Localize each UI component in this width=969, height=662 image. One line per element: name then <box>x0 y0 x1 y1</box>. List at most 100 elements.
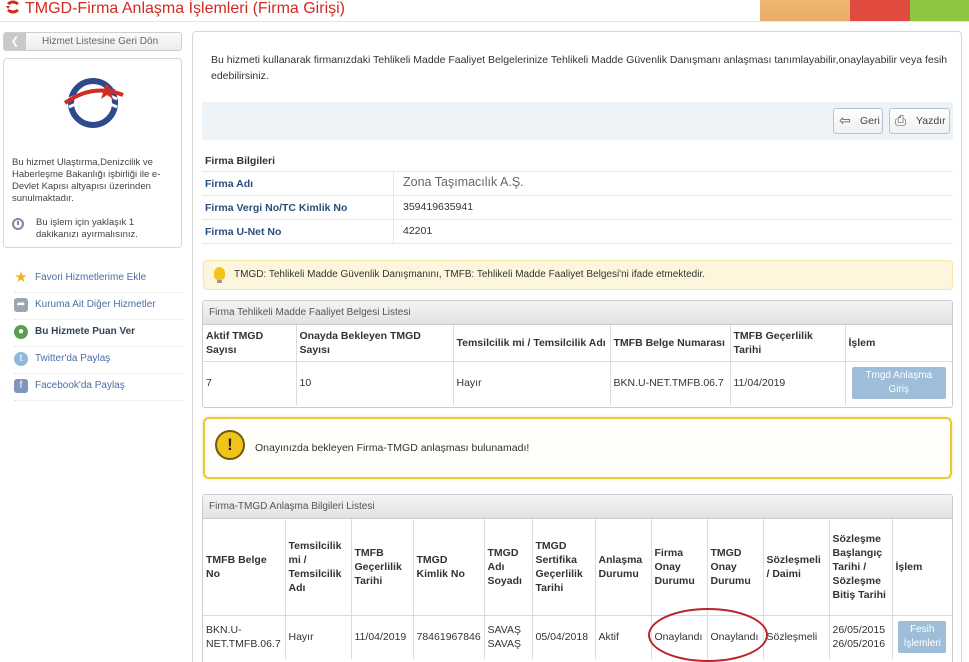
column-header: Aktif TMGD Sayısı <box>203 325 297 362</box>
back-to-service-list-label: Hizmet Listesine Geri Dön <box>42 36 159 47</box>
termination-button[interactable]: Fesih İşlemleri <box>898 621 947 654</box>
table-cell: SAVAŞ SAVAŞ <box>484 615 533 659</box>
abbreviation-note: TMGD: Tehlikeli Madde Güvenlik Danışmanı… <box>203 260 953 290</box>
clock-icon <box>12 218 24 230</box>
certificate-list-panel: Firma Tehlikeli Madde Faaliyet Belgesi L… <box>202 300 953 408</box>
table-cell: 11/04/2019 <box>351 615 414 659</box>
column-header: TMGD Onay Durumu <box>707 519 764 616</box>
share-facebook-link[interactable]: f Facebook'da Paylaş <box>14 374 184 401</box>
table-cell: Aktif <box>595 615 652 659</box>
highlight-annotation-oval <box>648 608 768 662</box>
top-header: TMGD-Firma Anlaşma İşlemleri (Firma Giri… <box>0 0 969 22</box>
table-cell: 05/04/2018 <box>532 615 596 659</box>
firm-info-title: Firma Bilgileri <box>202 152 953 172</box>
table-cell: 7 <box>203 361 297 405</box>
facebook-icon: f <box>14 379 28 393</box>
table-header-row: Aktif TMGD Sayısı Onayda Bekleyen TMGD S… <box>203 325 952 362</box>
service-info-card: Bu hizmet Ulaştırma,Denizcilik ve Haberl… <box>3 58 182 248</box>
table-cell: Hayır <box>453 361 611 405</box>
print-button[interactable]: ⎙ Yazdır <box>889 108 950 134</box>
agreement-list-title: Firma-TMGD Anlaşma Bilgileri Listesi <box>203 495 952 519</box>
share-twitter-link[interactable]: t Twitter'da Paylaş <box>14 347 184 374</box>
back-button[interactable]: ⇦ Geri <box>833 108 883 134</box>
rate-service-link[interactable]: ● Bu Hizmete Puan Ver <box>14 320 184 347</box>
star-icon: ★ <box>14 269 28 286</box>
firm-info-row: Firma Vergi No/TC Kimlik No 359419635941 <box>202 196 953 220</box>
arrow-left-icon: ⇦ <box>839 112 851 128</box>
tmgd-first-name: SAVAŞ <box>487 624 521 637</box>
column-header: Temsilcilik mi / Temsilcilik Adı <box>453 325 611 362</box>
ministry-globe-logo-icon <box>63 78 124 128</box>
column-header: TMFB Geçerlilik Tarihi <box>730 325 846 362</box>
column-header: Onayda Bekleyen TMGD Sayısı <box>296 325 454 362</box>
firm-info-section: Firma Bilgileri Firma Adı Zona Taşımacıl… <box>202 152 953 244</box>
tax-id-label: Firma Vergi No/TC Kimlik No <box>205 202 348 214</box>
column-header: Firma Onay Durumu <box>651 519 708 616</box>
header-decoration <box>760 0 969 22</box>
lightbulb-icon <box>214 267 225 283</box>
printer-icon: ⎙ <box>895 112 907 128</box>
print-button-label: Yazdır <box>916 115 946 127</box>
column-header: İşlem <box>892 519 952 616</box>
certificate-list-title: Firma Tehlikeli Madde Faaliyet Belgesi L… <box>203 301 952 325</box>
certificate-table: Aktif TMGD Sayısı Onayda Bekleyen TMGD S… <box>203 325 952 405</box>
table-cell: Tmgd Anlaşma Giriş <box>845 361 952 405</box>
column-header: TMFB Geçerlilik Tarihi <box>351 519 414 616</box>
side-links: ★ Favori Hizmetlerime Ekle ➦ Kuruma Ait … <box>14 266 184 401</box>
firm-name-value: Zona Taşımacılık A.Ş. <box>403 175 524 189</box>
firm-info-row: Firma Adı Zona Taşımacılık A.Ş. <box>202 172 953 196</box>
main-panel: Bu hizmeti kullanarak firmanızdaki Tehli… <box>192 31 962 662</box>
table-row: 7 10 Hayır BKN.U-NET.TMFB.06.7 11/04/201… <box>203 361 952 405</box>
table-cell: 78461967846 <box>413 615 485 659</box>
estimated-time-text: Bu işlem için yaklaşık 1 dakikanızı ayır… <box>36 217 138 240</box>
column-header: TMGD Kimlik No <box>413 519 485 616</box>
tax-id-value: 359419635941 <box>403 201 474 213</box>
column-header: TMGD Adı Soyadı <box>484 519 533 616</box>
contract-start-date: 26/05/2015 <box>832 624 886 637</box>
column-header: Sözleşmeli / Daimi <box>763 519 830 616</box>
column-header: TMFB Belge No <box>203 519 286 616</box>
rate-icon: ● <box>14 325 28 339</box>
table-cell: Sözleşmeli <box>763 615 830 659</box>
table-row: BKN.U-NET.TMFB.06.7 Hayır 11/04/2019 784… <box>203 615 952 659</box>
rate-service-label: Bu Hizmete Puan Ver <box>35 326 136 337</box>
agreement-list-panel: Firma-TMGD Anlaşma Bilgileri Listesi TMF… <box>202 494 953 662</box>
page-title-text: TMGD-Firma Anlaşma İşlemleri (Firma Giri… <box>25 0 345 17</box>
back-to-service-list-button[interactable]: ❮ Hizmet Listesine Geri Dön <box>3 32 182 51</box>
warning-icon: ! <box>215 430 245 460</box>
intro-text: Bu hizmeti kullanarak firmanızdaki Tehli… <box>211 54 948 82</box>
unet-no-value: 42201 <box>403 225 433 237</box>
tmgd-last-name: SAVAŞ <box>487 638 521 651</box>
agreement-table: TMFB Belge No Temsilcilik mi / Temsilcil… <box>203 519 952 659</box>
firm-name-label: Firma Adı <box>205 178 254 190</box>
add-to-favorites-label: Favori Hizmetlerime Ekle <box>35 272 147 283</box>
add-to-favorites-link[interactable]: ★ Favori Hizmetlerime Ekle <box>14 266 184 293</box>
share-icon: ➦ <box>14 298 28 312</box>
no-pending-warning: ! Onayınızda bekleyen Firma-TMGD anlaşma… <box>203 417 952 479</box>
other-services-link[interactable]: ➦ Kuruma Ait Diğer Hizmetler <box>14 293 184 320</box>
column-header: Sözleşme Başlangıç Tarihi / Sözleşme Bit… <box>829 519 893 616</box>
other-services-label: Kuruma Ait Diğer Hizmetler <box>35 299 156 310</box>
column-header: TMGD Sertifika Geçerlilik Tarihi <box>532 519 596 616</box>
turkiye-gov-logo-icon <box>6 0 19 14</box>
page-title: TMGD-Firma Anlaşma İşlemleri (Firma Giri… <box>5 0 345 20</box>
column-header: İşlem <box>845 325 952 362</box>
table-header-row: TMFB Belge No Temsilcilik mi / Temsilcil… <box>203 519 952 616</box>
firm-info-row: Firma U-Net No 42201 <box>202 220 953 244</box>
share-facebook-label: Facebook'da Paylaş <box>35 380 125 391</box>
table-cell: 26/05/2015 26/05/2016 <box>829 615 893 659</box>
column-header: Temsilcilik mi / Temsilcilik Adı <box>285 519 352 616</box>
column-header: Anlaşma Durumu <box>595 519 652 616</box>
service-info-text: Bu hizmet Ulaştırma,Denizcilik ve Haberl… <box>12 157 161 204</box>
table-cell: 10 <box>296 361 454 405</box>
table-cell: 11/04/2019 <box>730 361 846 405</box>
no-pending-warning-text: Onayınızda bekleyen Firma-TMGD anlaşması… <box>255 442 530 454</box>
twitter-icon: t <box>14 352 28 366</box>
header-divider <box>0 21 969 22</box>
tmgd-agreement-entry-button[interactable]: Tmgd Anlaşma Giriş <box>851 367 946 400</box>
table-cell: BKN.U-NET.TMFB.06.7 <box>203 615 286 659</box>
chevron-left-icon: ❮ <box>4 33 26 50</box>
abbreviation-note-text: TMGD: Tehlikeli Madde Güvenlik Danışmanı… <box>234 269 706 280</box>
action-toolbar: ⇦ Geri ⎙ Yazdır <box>202 102 953 140</box>
column-header: TMFB Belge Numarası <box>610 325 731 362</box>
